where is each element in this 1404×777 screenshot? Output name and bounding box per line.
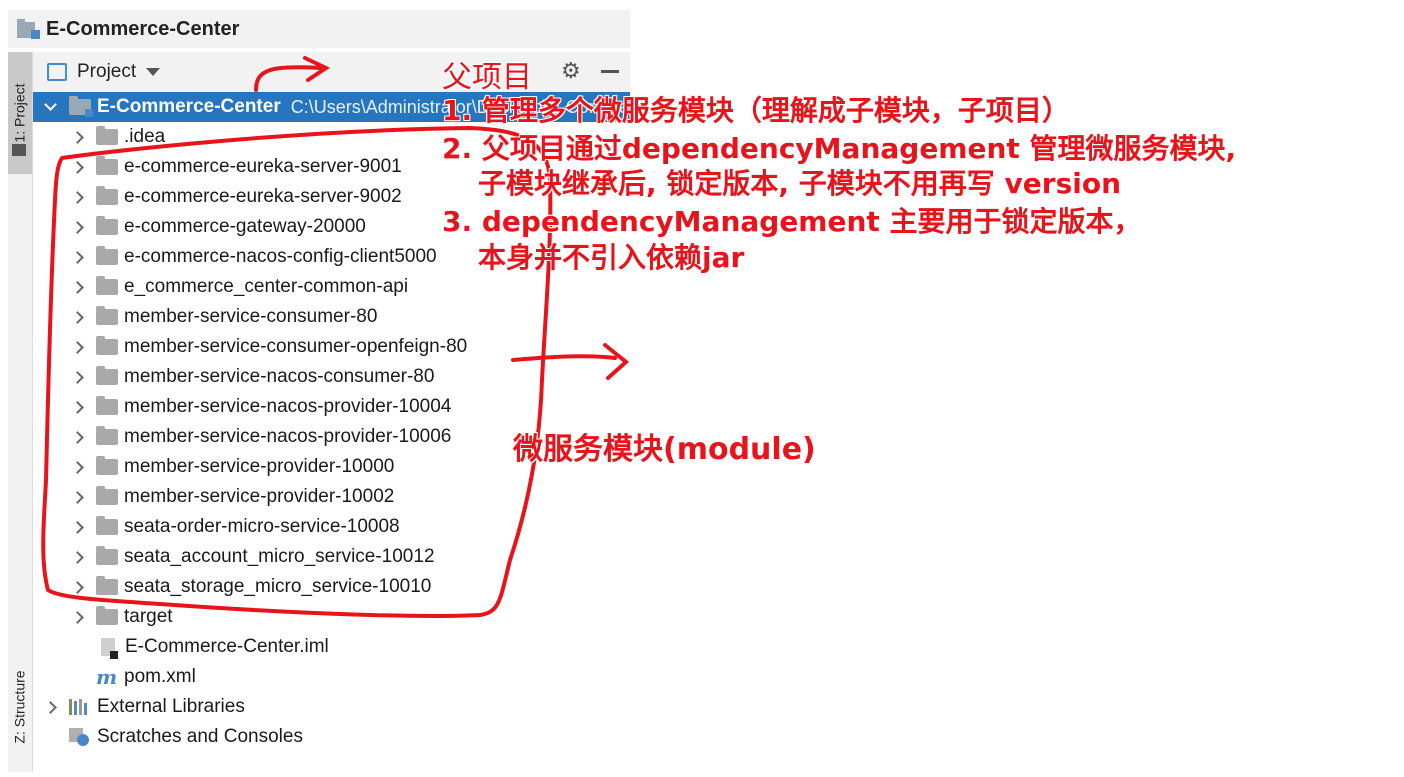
tree-folder-item[interactable]: member-service-nacos-provider-10004 [33, 392, 630, 422]
scratches-label: Scratches and Consoles [97, 726, 303, 747]
folder-icon [96, 336, 118, 355]
module-folder-icon [69, 96, 93, 117]
tree-file-pom[interactable]: m pom.xml [33, 662, 630, 692]
chevron-right-icon[interactable] [70, 429, 86, 445]
tree-folder-item[interactable]: member-service-consumer-openfeign-80 [33, 332, 630, 362]
chevron-right-icon[interactable] [70, 399, 86, 415]
structure-tool-tab[interactable]: Z: Structure [8, 652, 32, 762]
project-view-icon [47, 63, 67, 81]
folder-icon [96, 186, 118, 205]
annotation-line-2b: 子模块继承后, 锁定版本, 子模块不用再写 version [478, 167, 1122, 200]
gear-icon[interactable]: ⚙ [561, 61, 581, 83]
tree-file-label: E-Commerce-Center.iml [125, 636, 329, 657]
external-libraries-label: External Libraries [97, 696, 245, 717]
project-folder-icon [16, 18, 42, 40]
folder-icon [12, 144, 26, 156]
maven-icon: m [96, 665, 118, 689]
annotation-line-3b: 本身并不引入依赖jar [478, 241, 745, 274]
tree-folder-label: member-service-provider-10000 [124, 456, 395, 477]
iml-file-icon [101, 638, 118, 659]
folder-icon [96, 516, 118, 535]
tree-folder-item[interactable]: member-service-provider-10002 [33, 482, 630, 512]
annotation-line-2a: 2. 父项目通过dependencyManagement 管理微服务模块, [442, 132, 1237, 165]
folder-icon [96, 486, 118, 505]
chevron-right-icon[interactable] [70, 519, 86, 535]
tree-folder-item[interactable]: member-service-nacos-consumer-80 [33, 362, 630, 392]
tree-folder-item[interactable]: seata_account_micro_service-10012 [33, 542, 630, 572]
tree-folder-label: e-commerce-nacos-config-client5000 [124, 246, 437, 267]
chevron-right-icon[interactable] [70, 549, 86, 565]
project-panel-header: Project ⚙ [33, 52, 630, 92]
tree-folder-label: seata_storage_micro_service-10010 [124, 576, 432, 597]
tree-folder-label: member-service-consumer-80 [124, 306, 378, 327]
structure-tool-tab-label: Z: Structure [12, 670, 29, 744]
tree-file-iml[interactable]: E-Commerce-Center.iml [33, 632, 630, 662]
chevron-right-icon[interactable] [70, 489, 86, 505]
tree-folder-label: e-commerce-eureka-server-9001 [124, 156, 402, 177]
folder-icon [96, 606, 118, 625]
ide-window: E-Commerce-Center 1: Project Z: Structur… [0, 0, 1404, 777]
tree-file-label: pom.xml [124, 666, 196, 687]
minimize-icon[interactable] [601, 70, 619, 73]
chevron-right-icon[interactable] [70, 249, 86, 265]
folder-icon [96, 306, 118, 325]
chevron-right-icon[interactable] [70, 459, 86, 475]
window-title: E-Commerce-Center [46, 17, 240, 40]
tree-root-label: E-Commerce-Center [97, 96, 281, 117]
tree-folder-label: member-service-nacos-provider-10006 [124, 426, 452, 447]
tree-folder-item[interactable]: target [33, 602, 630, 632]
chevron-right-icon[interactable] [70, 279, 86, 295]
tree-folder-label: e-commerce-gateway-20000 [124, 216, 366, 237]
folder-icon [96, 456, 118, 475]
tree-folder-label: e_commerce_center-common-api [124, 276, 409, 297]
chevron-right-icon[interactable] [70, 219, 86, 235]
chevron-right-icon[interactable] [70, 579, 86, 595]
chevron-right-icon[interactable] [70, 159, 86, 175]
chevron-right-icon[interactable] [70, 309, 86, 325]
scratches-icon [69, 728, 91, 746]
tree-folder-item[interactable]: e_commerce_center-common-api [33, 272, 630, 302]
chevron-down-icon[interactable] [43, 99, 59, 115]
tree-folder-label: e-commerce-eureka-server-9002 [124, 186, 402, 207]
annotation-line-3a: 3. dependencyManagement 主要用于锁定版本， [442, 205, 1142, 238]
folder-icon [96, 366, 118, 385]
window-title-bar: E-Commerce-Center [8, 10, 630, 48]
tree-folder-item[interactable]: seata-order-micro-service-10008 [33, 512, 630, 542]
folder-icon [96, 216, 118, 235]
folder-icon [96, 426, 118, 445]
tree-folder-label: member-service-nacos-provider-10004 [124, 396, 452, 417]
chevron-right-icon[interactable] [70, 369, 86, 385]
folder-icon [96, 156, 118, 175]
folder-icon [96, 246, 118, 265]
chevron-right-icon[interactable] [70, 609, 86, 625]
tree-scratches[interactable]: Scratches and Consoles [33, 722, 630, 752]
libraries-icon [69, 699, 91, 715]
project-tool-tab-label: 1: Project [12, 83, 29, 143]
tree-folder-label: .idea [124, 126, 166, 147]
tree-folder-label: member-service-consumer-openfeign-80 [124, 336, 468, 357]
tree-folder-item[interactable]: member-service-consumer-80 [33, 302, 630, 332]
tree-folder-label: member-service-provider-10002 [124, 486, 395, 507]
chevron-right-icon[interactable] [70, 189, 86, 205]
chevron-down-icon[interactable] [146, 68, 161, 76]
chevron-right-icon[interactable] [43, 699, 59, 715]
tree-folder-label: seata_account_micro_service-10012 [124, 546, 435, 567]
folder-icon [96, 576, 118, 595]
tree-external-libraries[interactable]: External Libraries [33, 692, 630, 722]
folder-icon [96, 126, 118, 145]
tree-folder-label: member-service-nacos-consumer-80 [124, 366, 435, 387]
tree-folder-item[interactable]: seata_storage_micro_service-10010 [33, 572, 630, 602]
chevron-right-icon[interactable] [70, 129, 86, 145]
modules-annotation: 微服务模块(module) [513, 432, 816, 467]
annotation-line-1: 1. 管理多个微服务模块（理解成子模块，子项目） [442, 94, 1070, 127]
folder-icon [96, 546, 118, 565]
left-tool-strip: 1: Project Z: Structure [8, 52, 33, 772]
chevron-right-icon[interactable] [70, 339, 86, 355]
folder-icon [96, 396, 118, 415]
project-view-selector[interactable]: Project [77, 61, 136, 83]
tree-folder-label: seata-order-micro-service-10008 [124, 516, 400, 537]
tree-folder-label: target [124, 606, 173, 627]
folder-icon [96, 276, 118, 295]
